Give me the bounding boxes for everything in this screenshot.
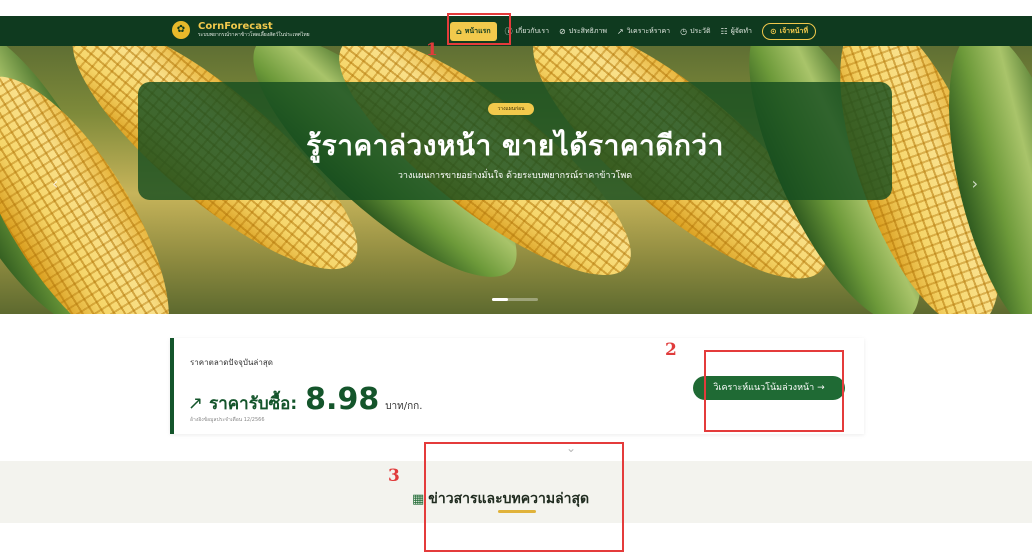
annotation-box-3 — [424, 442, 624, 552]
nav-performance-label: ประสิทธิภาพ — [568, 26, 607, 35]
price-caption: ราคาตลาดปัจจุบันล่าสุด — [190, 358, 273, 367]
shield-icon: ⊙ — [769, 26, 777, 36]
newspaper-icon: ▦ — [412, 491, 425, 507]
carousel-indicators[interactable] — [492, 298, 538, 301]
hero-title: รู้ราคาล่วงหน้า ขายได้ราคาดีกว่า — [306, 129, 724, 162]
top-navbar: ✿ CornForecast ระบบพยากรณ์ราคาข้าวโพดเลี… — [0, 16, 1032, 46]
price-label: ราคารับซื้อ: — [209, 394, 298, 414]
chart-icon: ↗ — [617, 26, 624, 36]
nav-history-label: ประวัติ — [690, 26, 711, 35]
users-icon: ☷ — [720, 26, 728, 36]
chevron-right-icon[interactable]: › — [972, 174, 978, 193]
annotation-number-1: 1 — [426, 40, 438, 60]
nav-history[interactable]: ◷ ประวัติ — [680, 26, 710, 37]
nav-login-button[interactable]: ⊙ เจ้าหน้าที่ — [761, 22, 817, 40]
brand-tagline: ระบบพยากรณ์ราคาข้าวโพดเลี้ยงสัตว์ในประเท… — [198, 31, 310, 38]
nav-login-label: เจ้าหน้าที่ — [779, 26, 809, 35]
nav-about-label: เกี่ยวกับเรา — [515, 26, 550, 35]
nav-about[interactable]: ⓘ เกี่ยวกับเรา — [505, 26, 549, 37]
performance-icon: ⊘ — [559, 26, 566, 36]
hero-subtitle: วางแผนการขายอย่างมั่นใจ ด้วยระบบพยากรณ์ร… — [397, 171, 633, 181]
brand-name: CornForecast — [198, 20, 273, 32]
nav-developers-label: ผู้จัดทำ — [730, 26, 752, 35]
nav-developers[interactable]: ☷ ผู้จัดทำ — [721, 26, 752, 37]
brand-logo[interactable]: ✿ CornForecast ระบบพยากรณ์ราคาข้าวโพดเลี… — [172, 21, 310, 39]
nav-price-analysis[interactable]: ↗ วิเคราะห์ราคา — [617, 26, 670, 37]
price-value: 8.98 — [305, 382, 380, 417]
chevron-left-icon[interactable]: ‹ — [52, 174, 58, 193]
trend-chart-icon: ↗ — [188, 393, 204, 414]
nav-price-analysis-label: วิเคราะห์ราคา — [626, 26, 671, 35]
hero-badge: วางแผนก่อน — [488, 103, 534, 115]
corn-icon: ✿ — [172, 21, 190, 39]
price-unit: บาท/กก. — [385, 401, 423, 412]
annotation-number-3: 3 — [388, 466, 400, 486]
clock-icon: ◷ — [680, 26, 688, 36]
nav-performance[interactable]: ⊘ ประสิทธิภาพ — [559, 26, 607, 37]
annotation-box-2 — [704, 350, 844, 432]
annotation-number-2: 2 — [665, 340, 677, 360]
price-updated-note: อ้างอิงข้อมูลประจำเดือน 12/2566 — [190, 417, 265, 423]
annotation-box-1 — [447, 13, 511, 45]
